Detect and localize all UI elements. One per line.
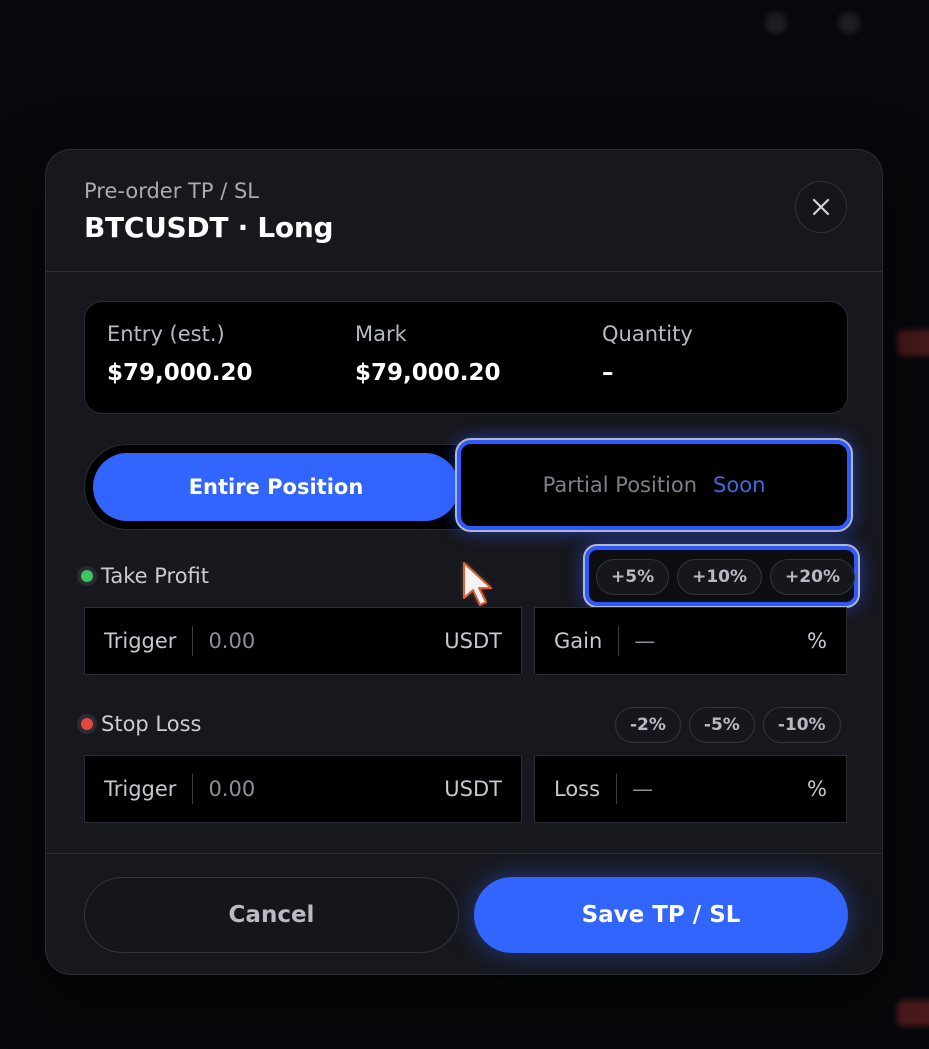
- quantity-value: –: [602, 360, 614, 386]
- close-icon: [812, 198, 830, 216]
- partial-position-label: Partial Position: [542, 473, 698, 497]
- mark-value: $79,000.20: [355, 360, 501, 386]
- stop-loss-loss-unit: %: [807, 777, 827, 801]
- mark-label: Mark: [355, 322, 407, 346]
- take-profit-gain-unit: %: [807, 629, 827, 653]
- stop-loss-status-dot: [81, 718, 93, 730]
- stop-loss-chips: -2% -5% -10%: [615, 707, 841, 743]
- take-profit-label: Take Profit: [101, 564, 210, 588]
- take-profit-chips: +5% +10% +20%: [596, 559, 855, 595]
- take-profit-chip-10[interactable]: +10%: [677, 559, 763, 595]
- entry-value: $79,000.20: [107, 360, 253, 386]
- entry-info: Entry (est.) $79,000.20: [107, 322, 253, 386]
- close-button[interactable]: [795, 181, 847, 233]
- quantity-info: Quantity –: [602, 322, 693, 386]
- mark-info: Mark $79,000.20: [355, 322, 501, 386]
- modal-subtitle: Pre-order TP / SL: [84, 179, 259, 203]
- take-profit-gain-input[interactable]: —: [619, 629, 807, 653]
- background-search-icon: [765, 12, 787, 34]
- stop-loss-trigger-unit: USDT: [444, 777, 502, 801]
- stop-loss-loss-input[interactable]: —: [617, 777, 807, 801]
- stop-loss-loss-label: Loss: [535, 774, 618, 804]
- stop-loss-chip-10[interactable]: -10%: [762, 707, 841, 743]
- take-profit-trigger-input[interactable]: 0.00: [193, 629, 444, 653]
- take-profit-gain-field[interactable]: Gain — %: [534, 607, 847, 675]
- save-tp-sl-button[interactable]: Save TP / SL: [474, 877, 848, 953]
- take-profit-status-dot: [81, 570, 93, 582]
- modal-header: Pre-order TP / SL BTCUSDT · Long: [46, 150, 882, 272]
- take-profit-trigger-field[interactable]: Trigger 0.00 USDT: [84, 607, 522, 675]
- stop-loss-label: Stop Loss: [101, 712, 202, 736]
- position-info-card: Entry (est.) $79,000.20 Mark $79,000.20 …: [84, 301, 848, 414]
- stop-loss-chip-5[interactable]: -5%: [688, 707, 755, 743]
- mouse-pointer-icon: [463, 562, 492, 606]
- stop-loss-trigger-field[interactable]: Trigger 0.00 USDT: [84, 755, 522, 823]
- take-profit-chip-5[interactable]: +5%: [596, 559, 670, 595]
- background-settings-icon: [838, 12, 860, 34]
- entry-label: Entry (est.): [107, 322, 225, 346]
- stop-loss-header: Stop Loss: [81, 712, 201, 736]
- partial-position-tab[interactable]: Partial Position Soon: [455, 438, 853, 532]
- footer-divider: [46, 853, 882, 854]
- stop-loss-loss-field[interactable]: Loss — %: [534, 755, 847, 823]
- stop-loss-trigger-label: Trigger: [85, 774, 194, 804]
- soon-badge: Soon: [713, 473, 766, 497]
- stop-loss-trigger-input[interactable]: 0.00: [193, 777, 444, 801]
- quantity-label: Quantity: [602, 322, 693, 346]
- background-red-marker: [897, 1000, 929, 1026]
- take-profit-chip-20[interactable]: +20%: [770, 559, 855, 595]
- entire-position-tab[interactable]: Entire Position: [93, 453, 459, 521]
- cancel-button[interactable]: Cancel: [84, 877, 459, 953]
- stop-loss-chip-2[interactable]: -2%: [615, 707, 681, 743]
- take-profit-trigger-label: Trigger: [85, 626, 194, 656]
- take-profit-gain-label: Gain: [535, 626, 620, 656]
- modal-title: BTCUSDT · Long: [84, 211, 334, 244]
- take-profit-header: Take Profit: [81, 564, 209, 588]
- background-red-marker: [897, 330, 929, 356]
- take-profit-trigger-unit: USDT: [444, 629, 502, 653]
